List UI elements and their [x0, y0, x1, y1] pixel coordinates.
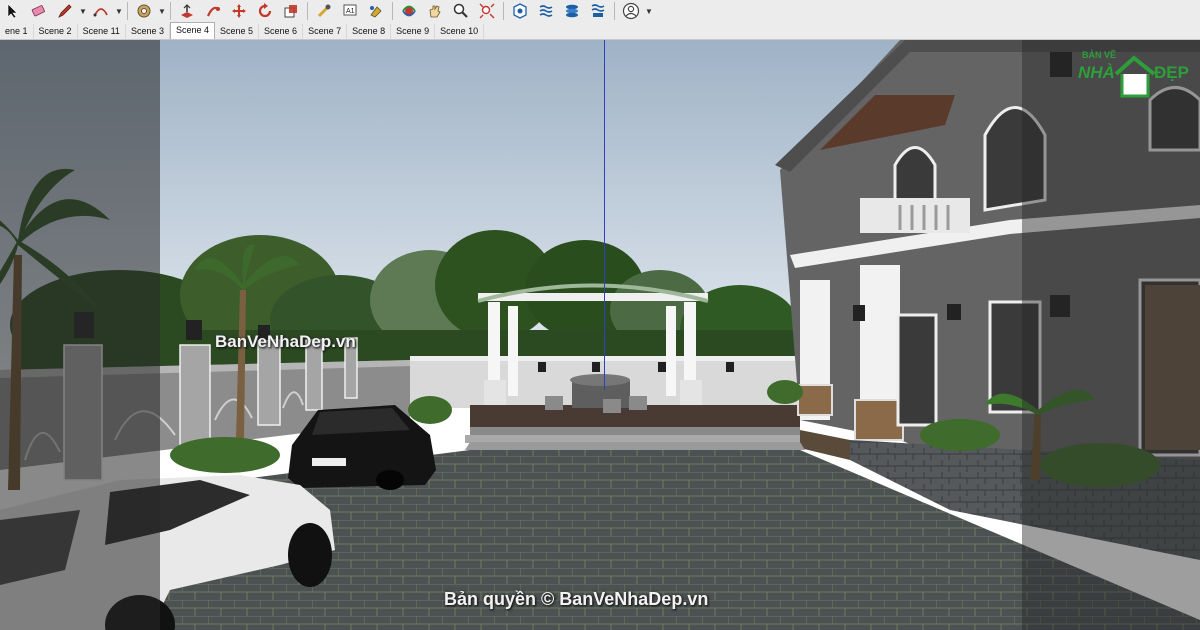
- tab-scene-7[interactable]: Scene 7: [303, 24, 348, 39]
- orbit-icon[interactable]: [396, 0, 422, 22]
- offset-dropdown-icon[interactable]: ▼: [157, 7, 167, 16]
- tab-scene-1[interactable]: ene 1: [0, 24, 34, 39]
- svg-text:A1: A1: [346, 8, 355, 15]
- arc-icon[interactable]: [88, 0, 114, 22]
- component-icon[interactable]: [585, 0, 611, 22]
- banvenhadep-logo: BẢN VẼ NHÀ ĐẸP: [1068, 50, 1194, 104]
- villa-scene-render: [0, 40, 1200, 630]
- toolbar-divider: [614, 2, 615, 20]
- model-viewport[interactable]: BanVeNhaDep.vn Bản quyền © BanVeNhaDep.v…: [0, 40, 1200, 630]
- scene-tabs: ene 1 Scene 2 Scene 11 Scene 3 Scene 4 S…: [0, 22, 1200, 40]
- styles-icon[interactable]: [559, 0, 585, 22]
- text-icon[interactable]: A1: [337, 0, 363, 22]
- tab-scene-9[interactable]: Scene 9: [391, 24, 436, 39]
- toolbar-divider: [127, 2, 128, 20]
- tab-scene-4[interactable]: Scene 4: [169, 22, 215, 39]
- logo-top-text: BẢN VẼ: [1082, 50, 1117, 60]
- rotate-icon[interactable]: [252, 0, 278, 22]
- follow-me-icon[interactable]: [200, 0, 226, 22]
- tape-measure-icon[interactable]: [311, 0, 337, 22]
- move-icon[interactable]: [226, 0, 252, 22]
- user-dropdown-icon[interactable]: ▼: [644, 7, 654, 16]
- pencil-icon[interactable]: [52, 0, 78, 22]
- scale-icon[interactable]: [278, 0, 304, 22]
- toolbar-divider: [170, 2, 171, 20]
- layers-icon[interactable]: [533, 0, 559, 22]
- toolbar-divider: [307, 2, 308, 20]
- watermark-copyright: Bản quyền © BanVeNhaDep.vn: [444, 589, 709, 609]
- tab-scene-6[interactable]: Scene 6: [259, 24, 304, 39]
- zoom-icon[interactable]: [448, 0, 474, 22]
- main-toolbar: ▼ ▼ ▼ A1 ▼: [0, 0, 1200, 23]
- toolbar-divider: [392, 2, 393, 20]
- offset-icon[interactable]: [131, 0, 157, 22]
- user-icon[interactable]: [618, 0, 644, 22]
- paint-icon[interactable]: [363, 0, 389, 22]
- tab-scene-11[interactable]: Scene 11: [78, 24, 126, 39]
- green-axis-line: [604, 40, 605, 390]
- toolbar-divider: [503, 2, 504, 20]
- pencil-dropdown-icon[interactable]: ▼: [78, 7, 88, 16]
- zoom-extents-icon[interactable]: [474, 0, 500, 22]
- sandbox-icon[interactable]: [507, 0, 533, 22]
- select-icon[interactable]: [0, 0, 26, 22]
- tab-scene-3[interactable]: Scene 3: [126, 24, 170, 39]
- tab-scene-8[interactable]: Scene 8: [347, 24, 392, 39]
- arc-dropdown-icon[interactable]: ▼: [114, 7, 124, 16]
- eraser-icon[interactable]: [26, 0, 52, 22]
- tab-scene-10[interactable]: Scene 10: [435, 24, 485, 39]
- pan-icon[interactable]: [422, 0, 448, 22]
- section-shade-left: [0, 40, 160, 630]
- logo-right-text: ĐẸP: [1154, 63, 1189, 82]
- tab-scene-2[interactable]: Scene 2: [34, 24, 78, 39]
- tab-scene-5[interactable]: Scene 5: [215, 24, 260, 39]
- logo-left-text: NHÀ: [1078, 63, 1115, 82]
- push-pull-icon[interactable]: [174, 0, 200, 22]
- section-shade-right: [1022, 40, 1200, 630]
- watermark-center: BanVeNhaDep.vn: [215, 332, 356, 351]
